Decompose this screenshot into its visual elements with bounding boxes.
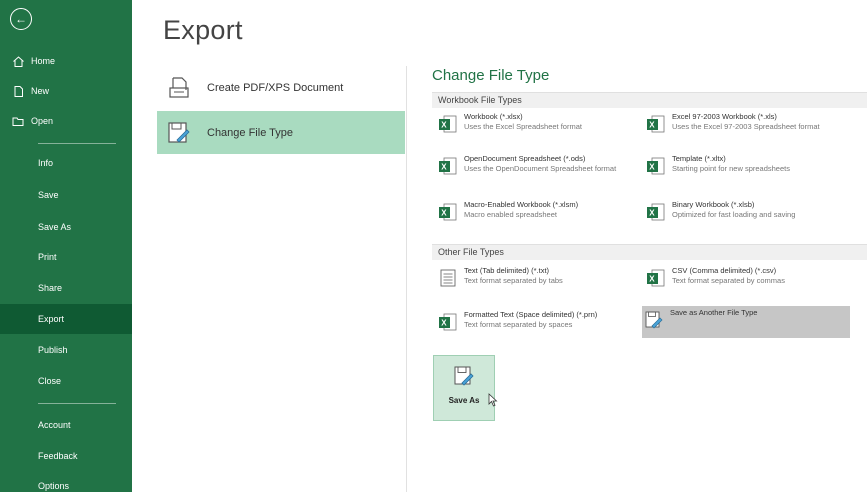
sidebar-item-label: Save xyxy=(38,190,59,200)
sidebar-item-label: Open xyxy=(31,116,54,126)
excel-97-2003-file-icon: X xyxy=(647,115,665,133)
home-icon xyxy=(10,53,26,69)
file-type-desc: Uses the Excel 97-2003 Spreadsheet forma… xyxy=(672,122,820,131)
file-type-name: Template (*.xltx) xyxy=(672,154,726,163)
vertical-separator xyxy=(406,66,407,492)
sidebar-item-account[interactable]: Account xyxy=(0,410,132,440)
file-type-desc: Uses the OpenDocument Spreadsheet format xyxy=(464,164,617,173)
file-type-txt[interactable]: Text (Tab delimited) (*.txt) Text format … xyxy=(436,264,646,290)
svg-text:X: X xyxy=(649,163,655,172)
export-options-list: Create PDF/XPS Document Change File Type xyxy=(157,66,407,156)
sidebar-item-label: Home xyxy=(31,56,56,66)
opendocument-file-icon: X xyxy=(439,157,457,175)
svg-text:X: X xyxy=(441,319,447,328)
file-type-xltx[interactable]: X Template (*.xltx) Starting point for ne… xyxy=(644,152,854,178)
file-type-xls[interactable]: X Excel 97-2003 Workbook (*.xls) Uses the… xyxy=(644,110,854,136)
file-type-name: Excel 97-2003 Workbook (*.xls) xyxy=(672,112,777,121)
svg-text:X: X xyxy=(441,163,447,172)
sidebar-item-label: Options xyxy=(38,481,70,491)
sidebar-item-save[interactable]: Save xyxy=(0,180,132,210)
binary-workbook-icon: X xyxy=(647,203,665,221)
sidebar-item-label: Close xyxy=(38,376,62,386)
file-type-name: CSV (Comma delimited) (*.csv) xyxy=(672,266,777,275)
file-type-name: Text (Tab delimited) (*.txt) xyxy=(464,266,550,275)
change-file-type-title: Change File Type xyxy=(432,67,550,84)
svg-text:X: X xyxy=(649,209,655,218)
sidebar-item-label: Save As xyxy=(38,222,72,232)
svg-text:X: X xyxy=(441,209,447,218)
new-doc-icon xyxy=(10,83,26,99)
file-type-name: Save as Another File Type xyxy=(670,308,758,317)
macro-workbook-icon: X xyxy=(439,203,457,221)
file-type-desc: Macro enabled spreadsheet xyxy=(464,210,557,219)
sidebar-item-close[interactable]: Close xyxy=(0,366,132,396)
formatted-text-file-icon: X xyxy=(439,313,457,331)
svg-text:X: X xyxy=(441,121,447,130)
sidebar-item-share[interactable]: Share xyxy=(0,273,132,303)
sidebar-item-label: New xyxy=(31,86,50,96)
save-as-icon xyxy=(454,366,474,386)
file-type-xlsb[interactable]: X Binary Workbook (*.xlsb) Optimized for … xyxy=(644,198,854,224)
sidebar-item-save-as[interactable]: Save As xyxy=(0,212,132,242)
text-file-icon xyxy=(440,269,456,287)
file-type-desc: Starting point for new spreadsheets xyxy=(672,164,790,173)
other-file-types-header: Other File Types xyxy=(432,244,867,260)
file-type-xlsm[interactable]: X Macro-Enabled Workbook (*.xlsm) Macro e… xyxy=(436,198,646,224)
change-file-type-icon xyxy=(165,119,193,147)
file-type-name: Macro-Enabled Workbook (*.xlsm) xyxy=(464,200,579,209)
sidebar-item-label: Share xyxy=(38,283,63,293)
file-type-prn[interactable]: X Formatted Text (Space delimited) (*.pr… xyxy=(436,308,646,334)
file-type-name: Formatted Text (Space delimited) (*.prn) xyxy=(464,310,598,319)
svg-text:X: X xyxy=(649,121,655,130)
sidebar-divider xyxy=(38,143,116,144)
backstage-sidebar: ← Home New Open Info Save Save As Print … xyxy=(0,0,132,492)
file-type-xlsx[interactable]: X Workbook (*.xlsx) Uses the Excel Spread… xyxy=(436,110,646,136)
file-type-desc: Text format separated by spaces xyxy=(464,320,573,329)
svg-text:X: X xyxy=(649,275,655,284)
sidebar-item-publish[interactable]: Publish xyxy=(0,335,132,365)
file-type-name: Binary Workbook (*.xlsb) xyxy=(672,200,755,209)
create-pdf-xps-option[interactable]: Create PDF/XPS Document xyxy=(157,66,405,109)
open-folder-icon xyxy=(10,113,26,129)
sidebar-item-label: Info xyxy=(38,158,54,168)
sidebar-item-export[interactable]: Export xyxy=(0,304,132,334)
pdf-document-icon xyxy=(165,74,193,102)
sidebar-item-new[interactable]: New xyxy=(0,76,132,106)
excel-file-icon: X xyxy=(439,115,457,133)
file-type-csv[interactable]: X CSV (Comma delimited) (*.csv) Text form… xyxy=(644,264,854,290)
sidebar-item-print[interactable]: Print xyxy=(0,242,132,272)
file-type-desc: Text format separated by commas xyxy=(672,276,785,285)
sidebar-item-label: Publish xyxy=(38,345,68,355)
sidebar-item-home[interactable]: Home xyxy=(0,46,132,76)
file-type-name: Workbook (*.xlsx) xyxy=(464,112,523,121)
save-as-button[interactable]: Save As xyxy=(433,355,495,421)
mouse-cursor-icon xyxy=(488,393,498,407)
change-file-type-option[interactable]: Change File Type xyxy=(157,111,405,154)
sidebar-item-label: Export xyxy=(38,314,65,324)
file-type-desc: Text format separated by tabs xyxy=(464,276,563,285)
workbook-file-types-header: Workbook File Types xyxy=(432,92,867,108)
sidebar-item-open[interactable]: Open xyxy=(0,106,132,136)
csv-file-icon: X xyxy=(647,269,665,287)
file-type-name: OpenDocument Spreadsheet (*.ods) xyxy=(464,154,586,163)
sidebar-item-label: Account xyxy=(38,420,71,430)
sidebar-item-options[interactable]: Options xyxy=(0,471,132,492)
file-type-ods[interactable]: X OpenDocument Spreadsheet (*.ods) Uses t… xyxy=(436,152,646,178)
sidebar-divider xyxy=(38,403,116,404)
back-arrow-icon[interactable]: ← xyxy=(10,8,32,30)
export-option-label: Create PDF/XPS Document xyxy=(207,81,344,94)
save-as-another-file-type[interactable]: Save as Another File Type xyxy=(642,306,850,338)
save-as-label: Save As xyxy=(448,396,480,405)
excel-template-icon: X xyxy=(647,157,665,175)
sidebar-item-label: Print xyxy=(38,252,57,262)
page-title: Export xyxy=(163,15,243,45)
file-type-desc: Optimized for fast loading and saving xyxy=(672,210,796,219)
sidebar-item-info[interactable]: Info xyxy=(0,148,132,178)
file-type-desc: Uses the Excel Spreadsheet format xyxy=(464,122,582,131)
sidebar-item-label: Feedback xyxy=(38,451,78,461)
export-option-label: Change File Type xyxy=(207,126,294,139)
save-as-another-type-icon xyxy=(645,311,663,329)
excel-backstage: ← Home New Open Info Save Save As Print … xyxy=(0,0,867,492)
sidebar-item-feedback[interactable]: Feedback xyxy=(0,441,132,471)
